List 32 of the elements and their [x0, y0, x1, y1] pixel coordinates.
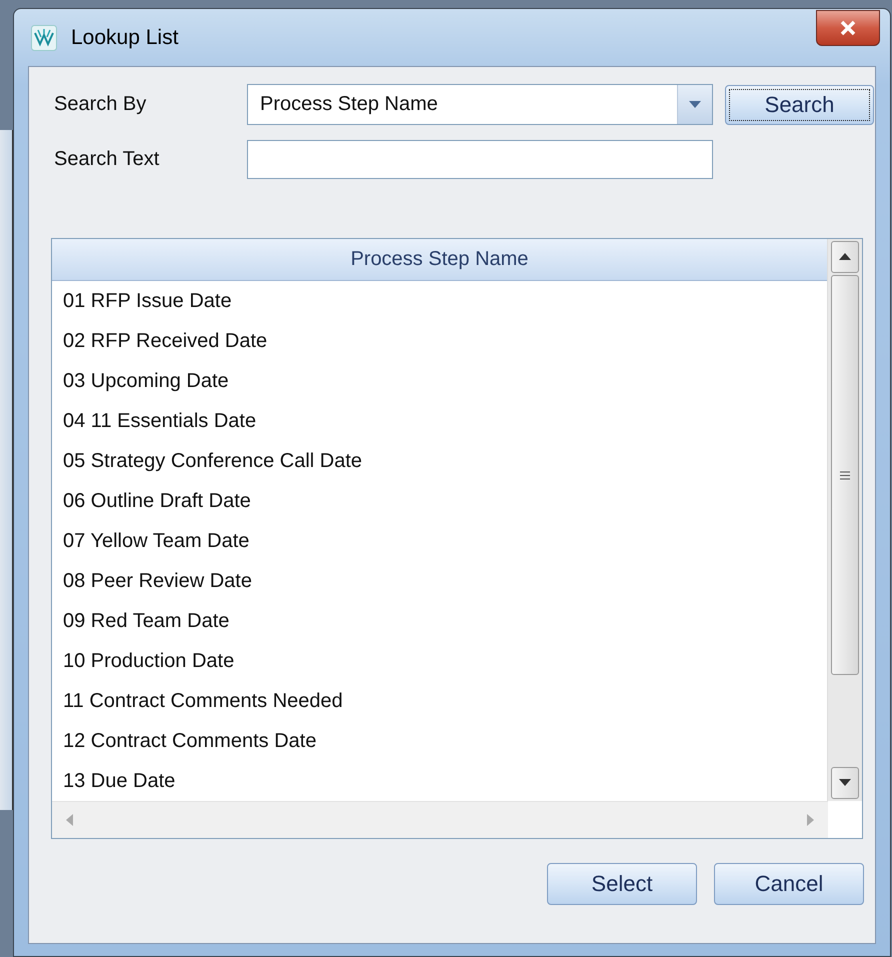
search-by-label: Search By: [54, 93, 148, 116]
search-text-field[interactable]: [247, 140, 713, 179]
scroll-thumb[interactable]: [831, 275, 859, 675]
table-row[interactable]: 06 Outline Draft Date: [52, 481, 827, 521]
cancel-button[interactable]: Cancel: [714, 863, 864, 905]
table-row[interactable]: 04 11 Essentials Date: [52, 401, 827, 441]
table-row[interactable]: 03 Upcoming Date: [52, 361, 827, 401]
table-row[interactable]: 02 RFP Received Date: [52, 321, 827, 361]
select-button[interactable]: Select: [547, 863, 697, 905]
app-icon: [31, 24, 57, 50]
table-row[interactable]: 11 Contract Comments Needed: [52, 681, 827, 721]
table-row[interactable]: 10 Production Date: [52, 641, 827, 681]
close-button[interactable]: [816, 10, 880, 46]
search-text-label: Search Text: [54, 148, 160, 171]
vertical-scrollbar[interactable]: [827, 239, 862, 801]
horizontal-scrollbar[interactable]: [52, 801, 828, 838]
column-header[interactable]: Process Step Name: [52, 239, 827, 281]
table-row[interactable]: 07 Yellow Team Date: [52, 521, 827, 561]
scroll-left-icon[interactable]: [66, 814, 73, 826]
table-row[interactable]: 05 Strategy Conference Call Date: [52, 441, 827, 481]
close-icon: [839, 20, 857, 36]
table-row[interactable]: 12 Contract Comments Date: [52, 721, 827, 761]
scroll-up-icon[interactable]: [831, 241, 859, 273]
table-row[interactable]: 09 Red Team Date: [52, 601, 827, 641]
window-title: Lookup List: [71, 26, 178, 50]
table-row[interactable]: 08 Peer Review Date: [52, 561, 827, 601]
search-button[interactable]: Search: [725, 84, 874, 124]
scroll-down-icon[interactable]: [831, 767, 859, 799]
table-row[interactable]: 01 RFP Issue Date: [52, 281, 827, 321]
search-by-dropdown[interactable]: Process Step Name: [247, 84, 713, 125]
table-row[interactable]: 13 Due Date: [52, 761, 827, 801]
scroll-right-icon[interactable]: [807, 814, 814, 826]
